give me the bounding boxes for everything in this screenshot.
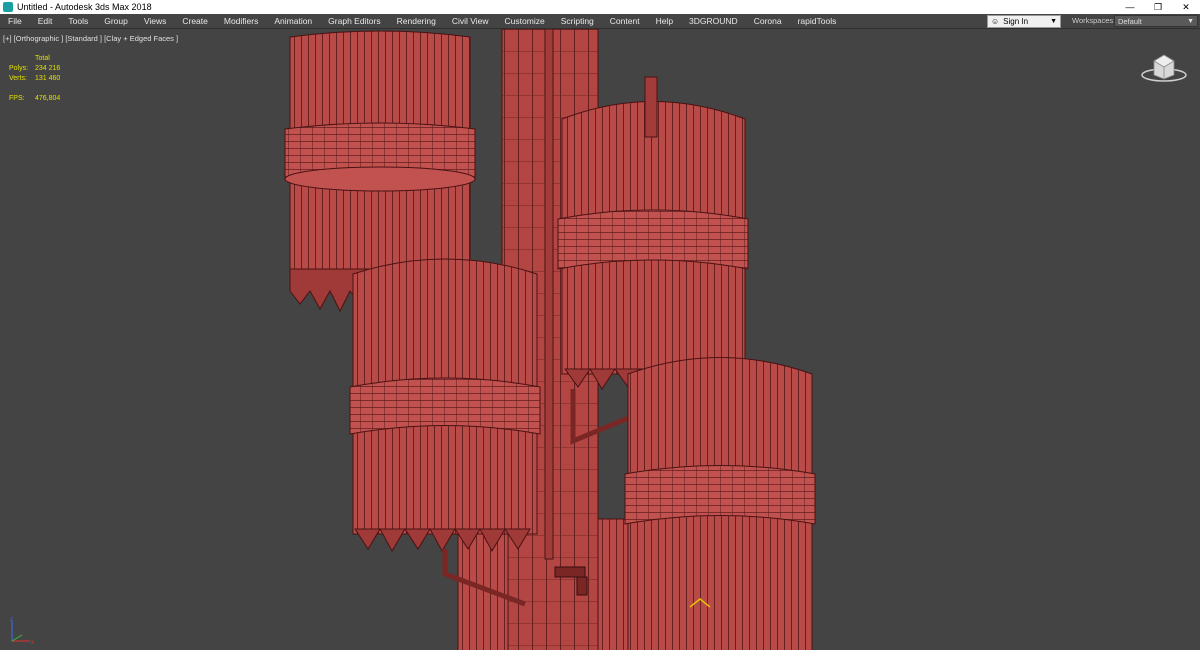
axis-tripod-icon: x z [10,617,34,646]
sign-in-label: Sign In [1003,17,1029,26]
workspace-select[interactable]: Default ▼ [1114,15,1198,27]
chevron-down-icon: ▼ [1187,17,1194,25]
menu-views[interactable]: Views [136,16,175,26]
menu-graph-editors[interactable]: Graph Editors [320,16,388,26]
menu-create[interactable]: Create [174,16,216,26]
chevron-down-icon: ▼ [1050,18,1057,25]
window-title: Untitled - Autodesk 3ds Max 2018 [17,2,152,12]
menu-scripting[interactable]: Scripting [553,16,602,26]
menu-rendering[interactable]: Rendering [389,16,444,26]
menu-tools[interactable]: Tools [60,16,96,26]
menu-animation[interactable]: Animation [266,16,320,26]
menu-file[interactable]: File [0,16,30,26]
stats-fps-label: FPS: [9,95,25,102]
menu-modifiers[interactable]: Modifiers [216,16,266,26]
scene-render[interactable] [0,29,1200,650]
stats-fps-value: 476,804 [35,95,61,102]
menu-help[interactable]: Help [648,16,681,26]
stats-verts-label: Verts: [9,75,27,82]
viewport-label[interactable]: [+] [Orthographic ] [Standard ] [Clay + … [3,34,178,43]
menu-customize[interactable]: Customize [497,16,553,26]
menu-edit[interactable]: Edit [30,16,61,26]
menu-group[interactable]: Group [96,16,136,26]
menu-content[interactable]: Content [602,16,648,26]
viewport-statistics: Total Polys: 234 216 Verts: 131 460 FPS:… [9,54,60,104]
window-controls: — ❐ ✕ [1116,0,1200,14]
user-icon: ☺ [991,17,1000,26]
minimize-button[interactable]: — [1116,0,1144,14]
stats-verts-row: Verts: 131 460 [9,74,60,84]
workspaces-label: Workspaces: [1072,16,1116,25]
restore-button[interactable]: ❐ [1144,0,1172,14]
svg-text:x: x [31,640,34,646]
menu-corona[interactable]: Corona [746,16,790,26]
stats-polys-value: 234 216 [35,65,61,72]
close-button[interactable]: ✕ [1172,0,1200,14]
sign-in-dropdown[interactable]: ☺ Sign In ▼ [987,15,1061,28]
perspective-viewport[interactable]: [+] [Orthographic ] [Standard ] [Clay + … [0,28,1200,650]
stats-fps-row: FPS: 476,804 [9,94,60,104]
viewcube-icon[interactable] [1140,49,1188,85]
cylinder-bottom-right [624,357,816,650]
menu-3dground[interactable]: 3DGROUND [681,16,746,26]
title-bar: Untitled - Autodesk 3ds Max 2018 — ❐ ✕ [0,0,1200,14]
menu-civil-view[interactable]: Civil View [444,16,497,26]
stats-total-label: Total [35,55,50,62]
stats-polys-label: Polys: [9,65,29,72]
workspace-value: Default [1118,16,1142,26]
menu-rapidtools[interactable]: rapidTools [790,16,845,26]
3dsmax-app-icon[interactable] [3,2,13,12]
svg-text:z: z [10,617,13,623]
menu-bar: File Edit Tools Group Views Create Modif… [0,14,1200,28]
stats-verts-value: 131 460 [35,75,61,82]
stats-polys-row: Polys: 234 216 [9,64,60,74]
